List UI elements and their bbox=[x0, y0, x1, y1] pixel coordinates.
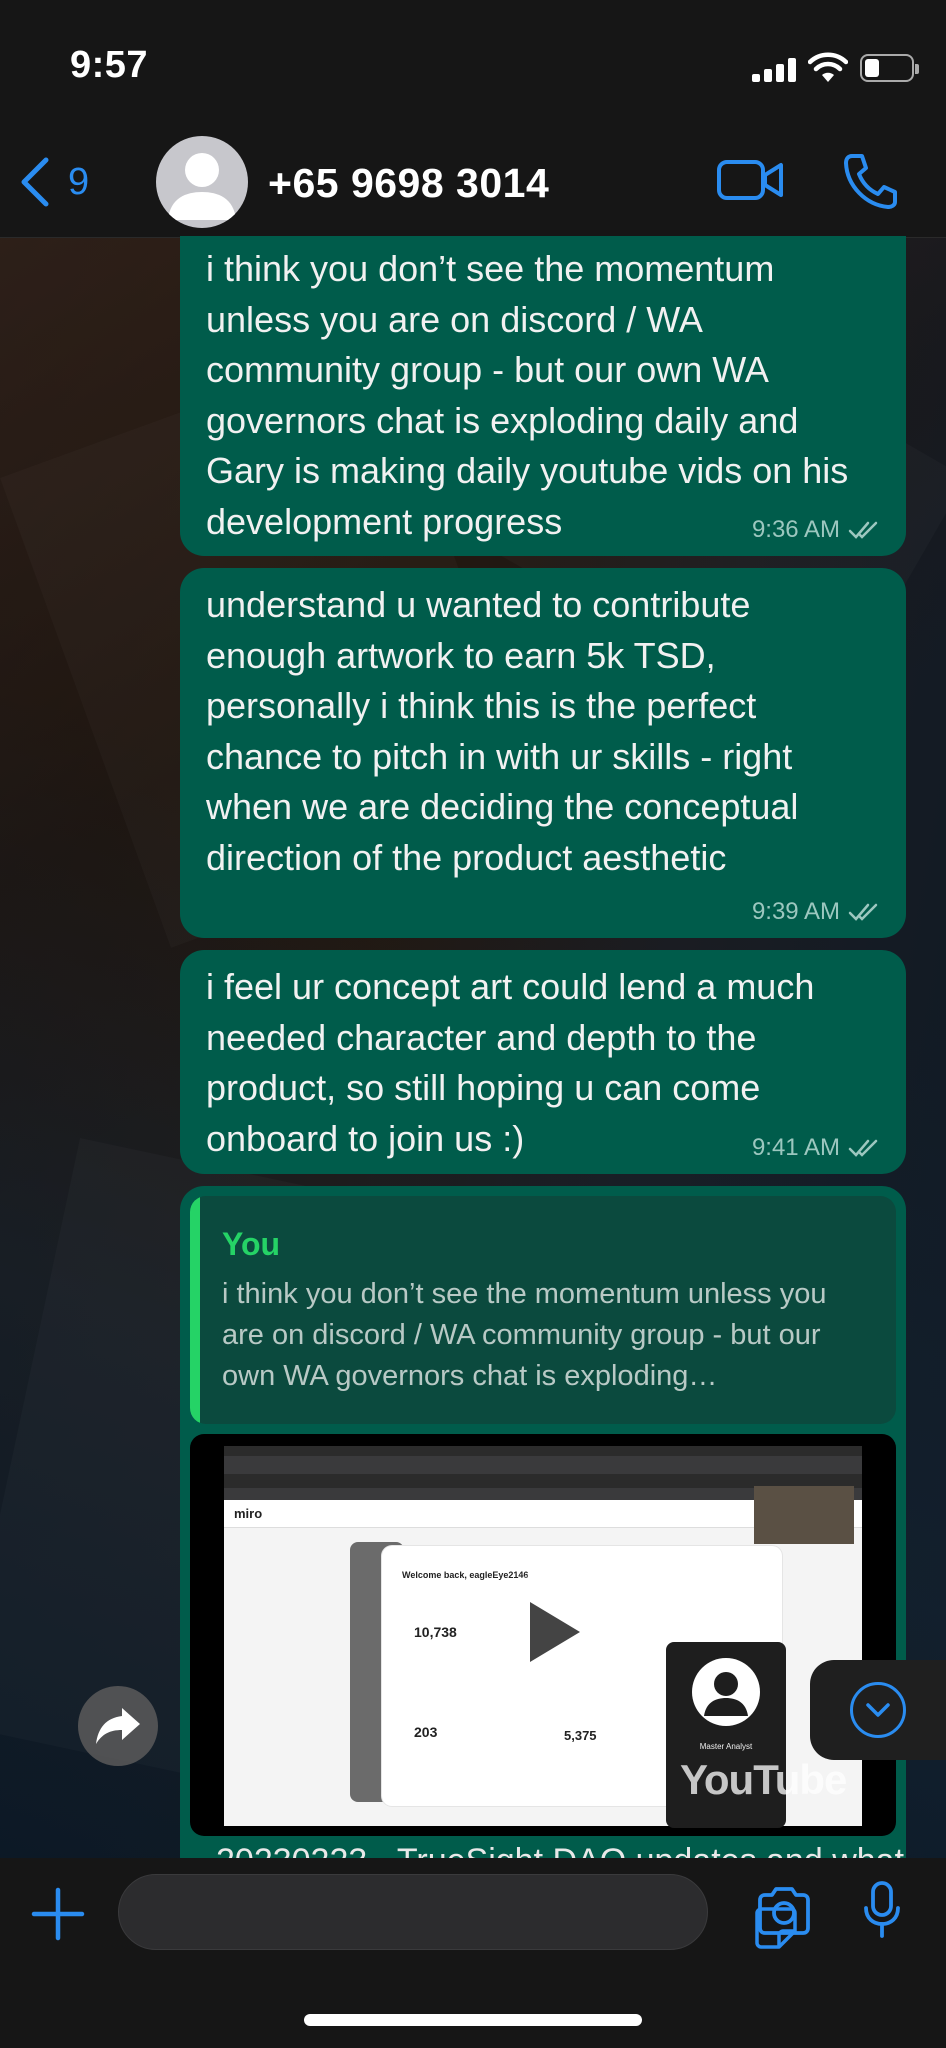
outgoing-message[interactable]: i feel ur concept art could lend a much … bbox=[180, 950, 906, 1174]
default-avatar-icon bbox=[168, 153, 236, 220]
phone-icon[interactable] bbox=[842, 150, 898, 210]
message-meta: 9:41 AM bbox=[752, 1134, 880, 1162]
back-button[interactable]: 9 bbox=[18, 152, 89, 212]
avatar[interactable] bbox=[156, 136, 248, 228]
outgoing-message[interactable]: i think you don’t see the momentum unles… bbox=[180, 236, 906, 556]
message-meta: 9:39 AM bbox=[752, 898, 880, 926]
home-indicator[interactable] bbox=[304, 2014, 642, 2026]
outgoing-video-message[interactable]: You i think you don’t see the momentum u… bbox=[180, 1186, 906, 1858]
message-text: understand u wanted to contribute enough… bbox=[206, 584, 799, 878]
youtube-logo: YouTube bbox=[680, 1756, 847, 1803]
score-value: 203 bbox=[414, 1724, 438, 1740]
video-camera-icon[interactable] bbox=[716, 156, 784, 204]
status-bar: 9:57 bbox=[0, 0, 946, 130]
balance-value: 10,738 bbox=[414, 1624, 457, 1640]
forward-button[interactable] bbox=[78, 1686, 158, 1766]
battery-icon bbox=[860, 54, 919, 82]
webcam-overlay bbox=[754, 1486, 854, 1544]
play-icon bbox=[530, 1602, 580, 1662]
miro-logo: miro bbox=[234, 1506, 263, 1521]
chevron-down-circle-icon bbox=[850, 1682, 906, 1738]
chevron-left-icon bbox=[21, 157, 49, 207]
read-receipt-icon bbox=[848, 903, 878, 921]
message-composer bbox=[0, 1858, 946, 2048]
scroll-to-bottom-button[interactable] bbox=[810, 1660, 946, 1760]
message-time: 9:36 AM bbox=[751, 516, 840, 543]
video-caption: 20230223 · TrueSight DAO updates and wha… bbox=[216, 1842, 904, 1858]
read-receipt-icon bbox=[848, 1139, 878, 1157]
message-time: 9:39 AM bbox=[751, 898, 840, 925]
chat-header: 9 +65 9698 3014 bbox=[0, 130, 946, 238]
wifi-icon bbox=[808, 52, 848, 82]
read-receipt-icon bbox=[848, 521, 878, 539]
share-forward-icon bbox=[96, 1708, 140, 1744]
contact-name[interactable]: +65 9698 3014 bbox=[268, 160, 549, 207]
profile-title: Master Analyst bbox=[699, 1742, 753, 1751]
outgoing-message[interactable]: understand u wanted to contribute enough… bbox=[180, 568, 906, 938]
video-thumbnail[interactable]: miro Welcome back, eagleEye2146 10,738 2… bbox=[190, 1434, 896, 1836]
unread-count: 9 bbox=[68, 160, 90, 203]
plus-icon[interactable] bbox=[30, 1886, 86, 1942]
profile-avatar-icon bbox=[692, 1658, 760, 1726]
quote-text: i think you don’t see the momentum unles… bbox=[222, 1278, 827, 1392]
quote-accent-bar bbox=[190, 1196, 200, 1424]
camera-icon[interactable] bbox=[756, 1886, 812, 1936]
message-time: 9:41 AM bbox=[751, 1134, 840, 1161]
microphone-icon[interactable] bbox=[862, 1880, 902, 1940]
message-meta: 9:36 AM bbox=[752, 516, 880, 544]
dashboard-welcome: Welcome back, eagleEye2146 bbox=[402, 1570, 529, 1580]
message-text: i think you don’t see the momentum unles… bbox=[206, 248, 849, 542]
message-input[interactable] bbox=[118, 1874, 797, 1950]
quote-author: You bbox=[222, 1226, 281, 1262]
status-time: 9:57 bbox=[70, 44, 149, 86]
quoted-message[interactable]: You i think you don’t see the momentum u… bbox=[190, 1196, 896, 1424]
cellular-signal-icon bbox=[752, 58, 796, 82]
jackpot-value: 5,375 bbox=[564, 1728, 597, 1743]
